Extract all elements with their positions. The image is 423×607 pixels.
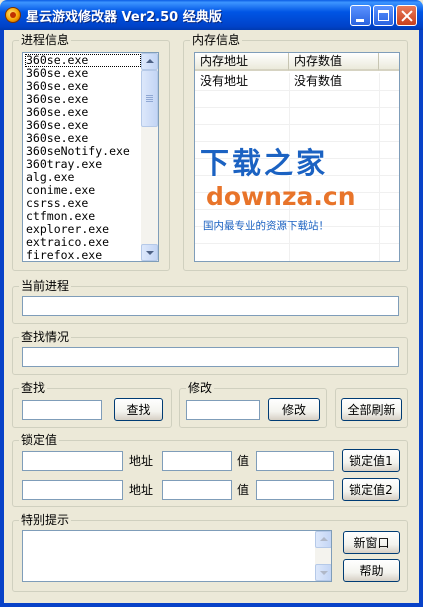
close-button[interactable] bbox=[396, 5, 417, 26]
process-list-item[interactable]: 360tray.exe bbox=[25, 158, 141, 171]
lock2-value-label: 值 bbox=[237, 483, 250, 497]
process-list[interactable]: 360se.exe 360se.exe 360se.exe 360se.exe 360s… bbox=[25, 54, 141, 261]
window-title: 星云游戏修改器 Ver2.50 经典版 bbox=[26, 10, 222, 25]
lock2-address-field[interactable] bbox=[162, 480, 232, 500]
lock2-value-field[interactable] bbox=[256, 480, 334, 500]
process-list-item[interactable]: firefox.exe bbox=[25, 249, 141, 261]
lock1-address-label: 地址 bbox=[129, 454, 154, 468]
process-list-item[interactable]: 360se.exe bbox=[25, 54, 141, 67]
process-list-item[interactable]: extraico.exe bbox=[25, 236, 141, 249]
process-list-scrollbar[interactable] bbox=[141, 53, 158, 261]
column-header-filler bbox=[379, 53, 399, 71]
column-header-value[interactable]: 内存数值 bbox=[289, 53, 379, 71]
scroll-up-arrow-icon[interactable] bbox=[315, 531, 331, 548]
lock-value-1-button[interactable]: 锁定值1 bbox=[342, 449, 400, 472]
refresh-all-button[interactable]: 全部刷新 bbox=[341, 398, 402, 421]
window-frame-bottom bbox=[0, 603, 423, 607]
grid-line bbox=[195, 90, 399, 91]
grid-line bbox=[195, 124, 399, 125]
search-status-field[interactable] bbox=[22, 347, 399, 367]
process-list-item[interactable]: 360se.exe bbox=[25, 119, 141, 132]
special-tips-textarea[interactable] bbox=[22, 530, 332, 582]
grid-line bbox=[195, 107, 399, 108]
special-tips-label: 特别提示 bbox=[19, 513, 72, 527]
search-label: 查找 bbox=[19, 381, 48, 395]
search-status-label: 查找情况 bbox=[19, 330, 72, 344]
process-list-item[interactable]: 360se.exe bbox=[25, 106, 141, 119]
scroll-down-arrow-icon[interactable] bbox=[315, 564, 331, 581]
watermark-logo-domain: downza.cn bbox=[206, 182, 356, 211]
minimize-button[interactable] bbox=[350, 5, 371, 26]
lock1-address-field[interactable] bbox=[162, 451, 232, 471]
scroll-up-arrow-icon[interactable] bbox=[141, 53, 158, 70]
lock1-name-field[interactable] bbox=[22, 451, 123, 471]
process-list-item[interactable]: ctfmon.exe bbox=[25, 210, 141, 223]
lock2-address-label: 地址 bbox=[129, 483, 154, 497]
process-list-item[interactable]: csrss.exe bbox=[25, 197, 141, 210]
process-listbox[interactable]: 360se.exe 360se.exe 360se.exe 360se.exe 360s… bbox=[22, 52, 159, 262]
watermark-slogan: 国内最专业的资源下载站！ bbox=[203, 220, 329, 232]
grid-line bbox=[379, 73, 380, 261]
window-frame-right bbox=[419, 30, 423, 607]
watermark-logo-title: 下载之家 bbox=[200, 146, 329, 180]
current-process-field[interactable] bbox=[22, 296, 399, 316]
lock-value-2-button[interactable]: 锁定值2 bbox=[342, 478, 400, 501]
grid-line bbox=[195, 243, 399, 244]
window-frame-left bbox=[0, 30, 4, 607]
process-list-item[interactable]: 360se.exe bbox=[25, 67, 141, 80]
memory-info-label: 内存信息 bbox=[190, 33, 243, 47]
help-button[interactable]: 帮助 bbox=[343, 559, 400, 582]
column-header-address[interactable]: 内存地址 bbox=[195, 53, 289, 71]
lock1-value-field[interactable] bbox=[256, 451, 334, 471]
table-cell-value[interactable]: 没有数值 bbox=[289, 73, 379, 90]
process-list-item[interactable]: 360se.exe bbox=[25, 80, 141, 93]
process-list-item[interactable]: explorer.exe bbox=[25, 223, 141, 236]
process-list-item[interactable]: 360se.exe bbox=[25, 132, 141, 145]
process-info-label: 进程信息 bbox=[19, 33, 72, 47]
star-cloud-app-icon[interactable] bbox=[5, 7, 21, 23]
table-cell-address[interactable]: 没有地址 bbox=[195, 73, 289, 90]
search-input[interactable] bbox=[22, 400, 102, 420]
modify-button[interactable]: 修改 bbox=[268, 398, 320, 421]
tips-scrollbar[interactable] bbox=[315, 531, 331, 581]
modify-label: 修改 bbox=[186, 381, 215, 395]
process-list-item[interactable]: conime.exe bbox=[25, 184, 141, 197]
process-list-item[interactable]: 360se.exe bbox=[25, 93, 141, 106]
scroll-down-arrow-icon[interactable] bbox=[141, 244, 158, 261]
process-list-item[interactable]: alg.exe bbox=[25, 171, 141, 184]
maximize-button[interactable] bbox=[373, 5, 394, 26]
scroll-thumb[interactable] bbox=[141, 70, 158, 127]
new-window-button[interactable]: 新窗口 bbox=[343, 531, 400, 554]
lock1-value-label: 值 bbox=[237, 454, 250, 468]
title-bar[interactable]: 星云游戏修改器 Ver2.50 经典版 bbox=[0, 0, 423, 30]
lock2-name-field[interactable] bbox=[22, 480, 123, 500]
process-list-item[interactable]: 360seNotify.exe bbox=[25, 145, 141, 158]
modify-input[interactable] bbox=[186, 400, 260, 420]
search-button[interactable]: 查找 bbox=[114, 398, 163, 421]
current-process-label: 当前进程 bbox=[19, 279, 72, 293]
lock-value-label: 锁定值 bbox=[19, 433, 60, 447]
